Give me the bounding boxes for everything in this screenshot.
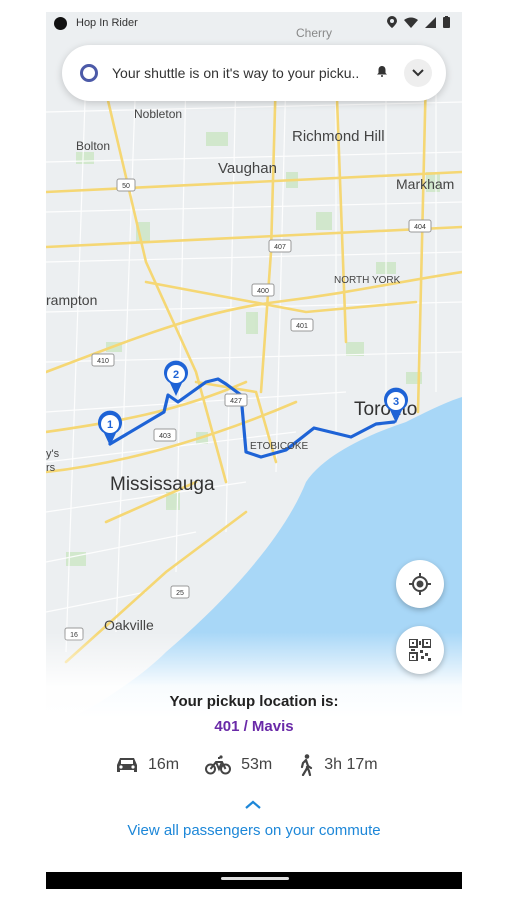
qr-code-button[interactable] bbox=[396, 626, 444, 674]
qr-code-icon bbox=[409, 639, 431, 661]
battery-icon bbox=[443, 16, 450, 28]
pickup-location-label: Your pickup location is: bbox=[169, 693, 339, 710]
camera-dot-icon bbox=[54, 17, 67, 30]
status-bar: Hop In Rider bbox=[46, 12, 462, 36]
gps-target-icon bbox=[409, 573, 431, 595]
shield-410-label: 410 bbox=[97, 358, 109, 365]
shield-25-label: 25 bbox=[176, 590, 184, 597]
bicycle-icon bbox=[205, 755, 232, 775]
map-label-richmond-hill: Richmond Hill bbox=[292, 128, 385, 145]
eta-bike: 53m bbox=[205, 755, 272, 775]
map-label-left-edge-1: y's bbox=[46, 448, 60, 460]
eta-bike-time: 53m bbox=[241, 756, 273, 773]
location-icon bbox=[387, 16, 397, 28]
shield-50-label: 50 bbox=[122, 183, 130, 190]
status-icons bbox=[387, 16, 450, 28]
pickup-location-value: 401 / Mavis bbox=[214, 718, 294, 735]
eta-car-time: 16m bbox=[148, 756, 180, 773]
car-icon bbox=[117, 758, 137, 772]
chevron-up-icon[interactable] bbox=[244, 800, 262, 810]
eta-row: 16m 53m 3h 17m bbox=[116, 754, 404, 776]
stop-marker-2-label: 2 bbox=[173, 369, 179, 381]
notification-message: Your shuttle is on it's way to your pick… bbox=[112, 65, 360, 81]
bell-icon[interactable] bbox=[376, 65, 388, 77]
map-label-left-edge-2: rs bbox=[46, 462, 56, 474]
recenter-location-button[interactable] bbox=[396, 560, 444, 608]
navigation-bar bbox=[46, 872, 462, 889]
stop-marker-1-label: 1 bbox=[107, 419, 113, 431]
phone-screen: 50 404 407 400 401 410 403 427 25 16 Che… bbox=[46, 12, 462, 889]
map-label-etobicoke: ETOBICOKE bbox=[250, 441, 308, 452]
eta-car: 16m bbox=[116, 756, 179, 774]
view-all-passengers-link[interactable]: View all passengers on your commute bbox=[46, 822, 462, 839]
shield-403-label: 403 bbox=[159, 433, 171, 440]
stop-marker-3-label: 3 bbox=[393, 396, 399, 408]
map-label-nobleton: Nobleton bbox=[134, 107, 182, 121]
shield-401-label: 401 bbox=[296, 323, 308, 330]
wifi-icon bbox=[404, 17, 418, 28]
eta-walk-time: 3h 17m bbox=[324, 756, 378, 773]
expand-notification-button[interactable] bbox=[404, 59, 432, 87]
map-label-north-york: NORTH YORK bbox=[334, 275, 401, 286]
shield-404-label: 404 bbox=[414, 224, 426, 231]
shield-427-label: 427 bbox=[230, 398, 242, 405]
map-label-bolton: Bolton bbox=[76, 139, 110, 153]
chevron-down-icon bbox=[412, 69, 424, 77]
shield-400-label: 400 bbox=[257, 288, 269, 295]
map-label-oakville: Oakville bbox=[104, 617, 154, 633]
map-label-brampton: rampton bbox=[46, 292, 97, 308]
map-label-mississauga: Mississauga bbox=[110, 474, 215, 495]
signal-icon bbox=[425, 16, 436, 28]
map-label-markham: Markham bbox=[396, 176, 454, 192]
status-bar-app-name: Hop In Rider bbox=[76, 17, 138, 29]
map-label-vaughan: Vaughan bbox=[218, 160, 277, 177]
eta-walk: 3h 17m bbox=[298, 754, 378, 776]
shield-407-label: 407 bbox=[274, 244, 286, 251]
shuttle-notification[interactable]: Your shuttle is on it's way to your pick… bbox=[62, 45, 446, 101]
home-gesture-pill[interactable] bbox=[221, 877, 289, 880]
status-ring-icon bbox=[80, 64, 98, 82]
walking-icon bbox=[301, 754, 313, 776]
